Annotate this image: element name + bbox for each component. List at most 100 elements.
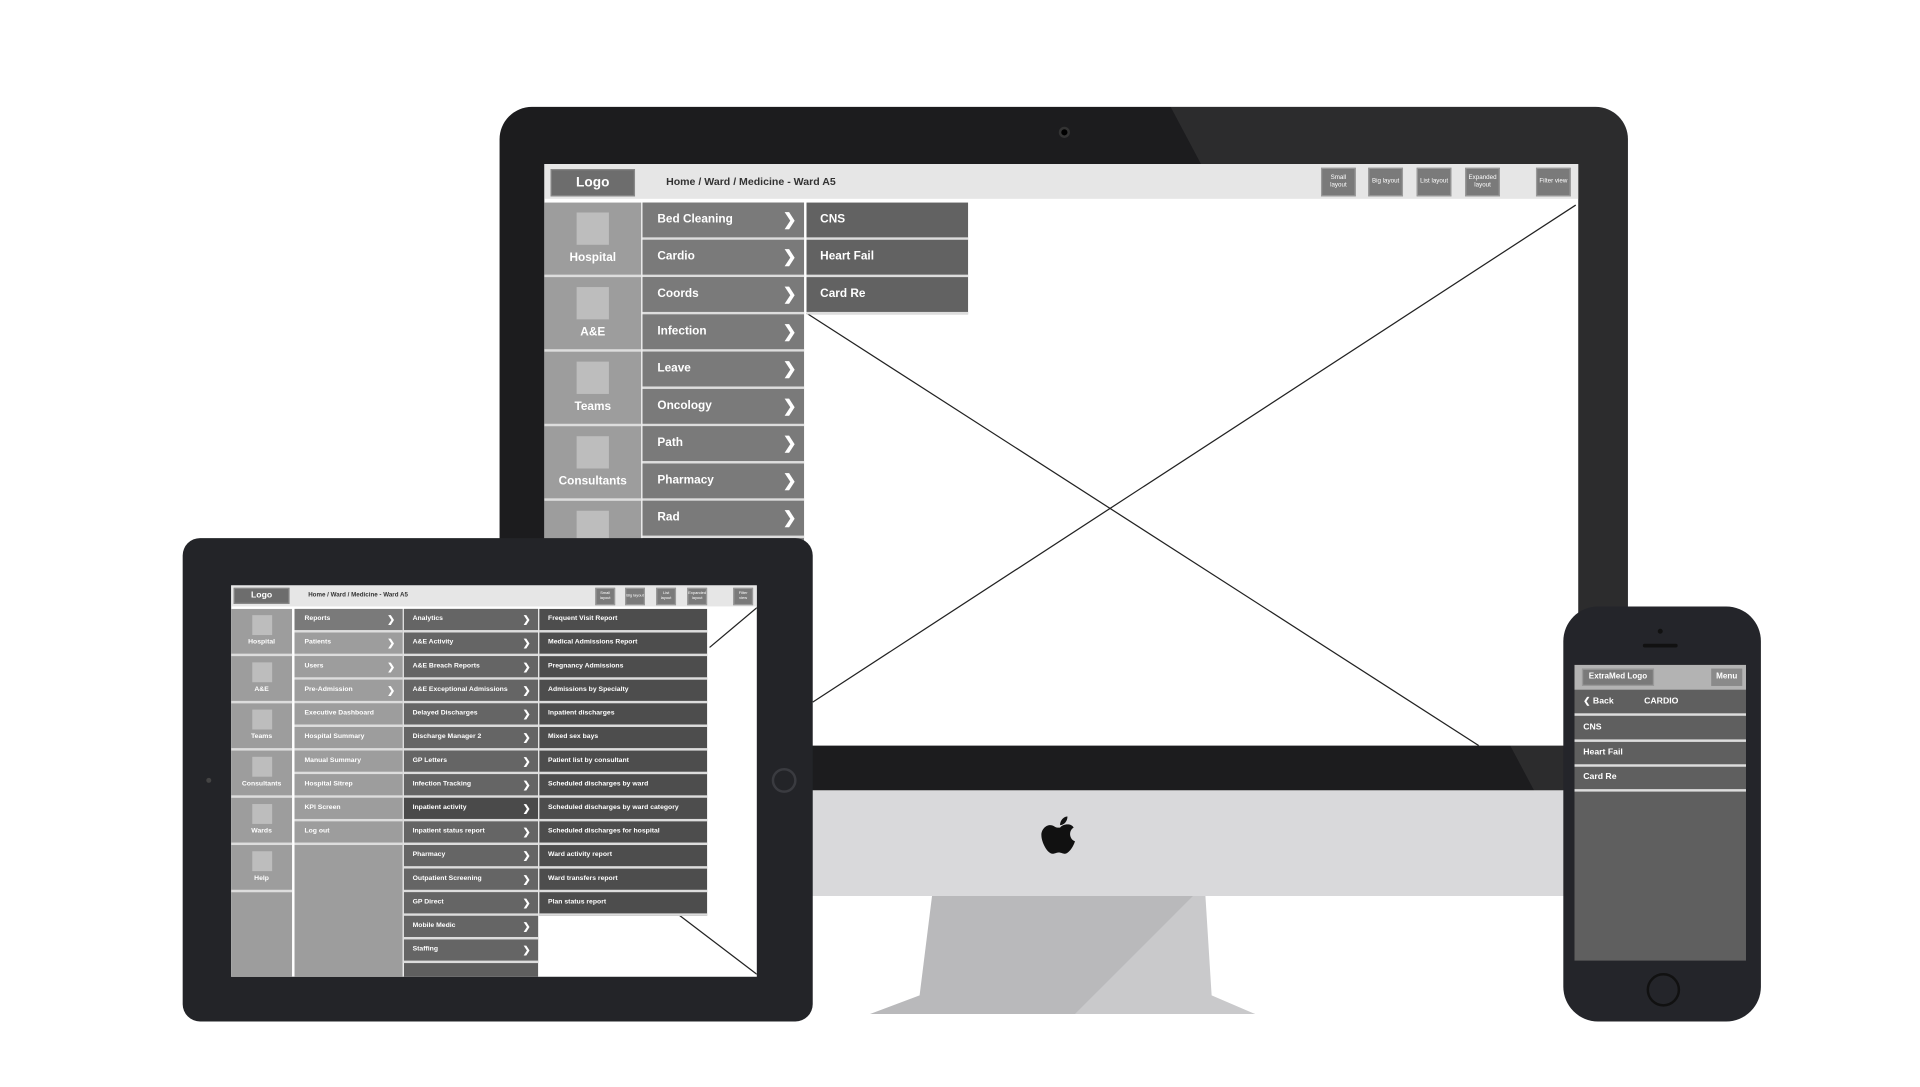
layout-button-filter-view[interactable]: Filter view bbox=[1535, 167, 1571, 197]
menu-item-a-e-activity[interactable]: A&E Activity ❯ bbox=[403, 632, 539, 657]
menu-item-a-e-breach-reports[interactable]: A&E Breach Reports ❯ bbox=[403, 656, 539, 680]
sidebar-item-wards[interactable]: Wards bbox=[231, 798, 293, 846]
logo[interactable]: ExtraMed Logo bbox=[1581, 668, 1655, 686]
menu-item-outpatient-screening[interactable]: Outpatient Screening ❯ bbox=[403, 868, 539, 893]
menu-item-label: Scheduled discharges by ward category bbox=[548, 804, 679, 812]
sidebar-item-help[interactable]: Help bbox=[231, 845, 293, 893]
menu-item-infection[interactable]: Infection ❯ bbox=[642, 314, 805, 352]
menu-item-gp-direct[interactable]: GP Direct ❯ bbox=[403, 892, 539, 916]
chevron-right-icon: ❯ bbox=[782, 247, 797, 266]
sidebar-item-label: A&E bbox=[580, 326, 606, 340]
menu-item-patient-list-by-consultant[interactable]: Patient list by consultant bbox=[539, 750, 708, 775]
menu-item-patients[interactable]: Patients ❯ bbox=[294, 632, 403, 657]
chevron-right-icon: ❯ bbox=[522, 850, 531, 862]
menu-item-label: Inpatient discharges bbox=[548, 709, 615, 718]
breadcrumb[interactable]: Home / Ward / Medicine - Ward A5 bbox=[308, 592, 408, 599]
menu-item-mobile-medic[interactable]: Mobile Medic ❯ bbox=[403, 915, 539, 940]
chevron-right-icon: ❯ bbox=[522, 897, 531, 909]
menu-button[interactable]: Menu bbox=[1711, 668, 1743, 686]
home-button[interactable] bbox=[1646, 973, 1681, 1007]
sidebar-item-consultants[interactable]: Consultants bbox=[544, 426, 642, 501]
menu-item-scheduled-discharges-by-ward[interactable]: Scheduled discharges by ward bbox=[539, 774, 708, 798]
menu-item-users[interactable]: Users ❯ bbox=[294, 656, 403, 680]
menu-item-label: Ward activity report bbox=[548, 851, 612, 859]
menu-item-a-e-exceptional-admissions[interactable]: A&E Exceptional Admissions ❯ bbox=[403, 679, 539, 704]
layout-button-list-layout[interactable]: List layout bbox=[656, 587, 677, 605]
menu-item-delayed-discharges[interactable]: Delayed Discharges ❯ bbox=[403, 703, 539, 727]
sidebar-item-teams[interactable]: Teams bbox=[231, 703, 293, 751]
layout-button-list-layout[interactable]: List layout bbox=[1416, 167, 1452, 197]
menu-item-oncology[interactable]: Oncology ❯ bbox=[642, 388, 805, 427]
layout-button-small-layout[interactable]: Small layout bbox=[1320, 167, 1356, 197]
sidebar-item-icon bbox=[576, 436, 609, 469]
logo[interactable]: Logo bbox=[550, 169, 636, 197]
menu-item-pre-admission[interactable]: Pre-Admission ❯ bbox=[294, 679, 403, 704]
breadcrumb[interactable]: Home / Ward / Medicine - Ward A5 bbox=[666, 175, 836, 187]
layout-button-expanded-layout[interactable]: Expanded layout bbox=[687, 587, 708, 605]
sidebar-item-hospital[interactable]: Hospital bbox=[544, 203, 642, 278]
menu-item-medical-admissions-report[interactable]: Medical Admissions Report bbox=[539, 632, 708, 657]
layout-button-small-layout[interactable]: Small layout bbox=[595, 587, 616, 605]
menu-item-infection-tracking[interactable]: Infection Tracking ❯ bbox=[403, 774, 539, 798]
menu-item-plan-status-report[interactable]: Plan status report bbox=[539, 892, 708, 916]
menu-item-ward-transfers-report[interactable]: Ward transfers report bbox=[539, 868, 708, 893]
menu-item-cns[interactable]: CNS bbox=[806, 202, 969, 240]
menu-item-card-re[interactable]: Card Re bbox=[806, 277, 969, 315]
menu-item-reports[interactable]: Reports ❯ bbox=[294, 608, 403, 633]
menu-item-pharmacy[interactable]: Pharmacy ❯ bbox=[642, 463, 805, 501]
menu-item-label: A&E Exceptional Admissions bbox=[412, 685, 508, 694]
sidebar-item-icon bbox=[576, 362, 609, 395]
menu-item-hospital-summary[interactable]: Hospital Summary bbox=[294, 726, 403, 751]
list-item-heart-fail[interactable]: Heart Fail bbox=[1574, 742, 1746, 767]
menu-item-kpi-screen[interactable]: KPI Screen bbox=[294, 797, 403, 822]
menu-item-log-out[interactable]: Log out bbox=[294, 821, 403, 846]
chevron-right-icon: ❯ bbox=[782, 396, 797, 416]
menu-item-label: Pregnancy Admissions bbox=[548, 662, 624, 670]
sidebar-item-a-e[interactable]: A&E bbox=[544, 277, 642, 352]
menu-item-inpatient-activity[interactable]: Inpatient activity ❯ bbox=[403, 797, 539, 822]
layout-button-filter-view[interactable]: Filter view bbox=[733, 587, 754, 605]
menu-item-executive-dashboard[interactable]: Executive Dashboard bbox=[294, 703, 403, 727]
menu-item-coords[interactable]: Coords ❯ bbox=[642, 277, 805, 315]
layout-button-big-layout[interactable]: Big layout bbox=[625, 587, 645, 605]
logo[interactable]: Logo bbox=[233, 587, 290, 604]
menu-item-label: Users bbox=[304, 662, 324, 670]
reports-column: Analytics ❯ A&E Activity ❯ A&E Breach Report… bbox=[403, 608, 539, 977]
menu-item-scheduled-discharges-by-ward-category[interactable]: Scheduled discharges by ward category bbox=[539, 797, 708, 822]
back-label: Back bbox=[1592, 697, 1614, 706]
menu-item-discharge-manager-2[interactable]: Discharge Manager 2 ❯ bbox=[403, 726, 539, 751]
layout-button-expanded-layout[interactable]: Expanded layout bbox=[1465, 167, 1500, 197]
menu-item-path[interactable]: Path ❯ bbox=[642, 426, 805, 464]
menu-item-mixed-sex-bays[interactable]: Mixed sex bays bbox=[539, 726, 708, 751]
menu-item-analytics[interactable]: Analytics ❯ bbox=[403, 608, 539, 633]
back-button[interactable]: ❮ Back bbox=[1583, 697, 1614, 706]
sidebar-item-consultants[interactable]: Consultants bbox=[231, 751, 293, 798]
menu-item-label: Coords bbox=[657, 287, 699, 301]
menu-item-bed-cleaning[interactable]: Bed Cleaning ❯ bbox=[642, 202, 805, 240]
menu-item-pregnancy-admissions[interactable]: Pregnancy Admissions bbox=[539, 656, 708, 680]
sidebar-item-hospital[interactable]: Hospital bbox=[231, 609, 293, 657]
menu-item-leave[interactable]: Leave ❯ bbox=[642, 351, 805, 389]
list-item-card-re[interactable]: Card Re bbox=[1574, 767, 1746, 792]
menu-item-manual-summary[interactable]: Manual Summary bbox=[294, 750, 403, 775]
menu-item-cardio[interactable]: Cardio ❯ bbox=[642, 239, 805, 278]
menu-item-frequent-visit-report[interactable]: Frequent Visit Report bbox=[539, 608, 708, 633]
menu-item-hospital-sitrep[interactable]: Hospital Sitrep bbox=[294, 774, 403, 798]
list-item-cns[interactable]: CNS bbox=[1574, 717, 1746, 742]
menu-item-scheduled-discharges-for-hospital[interactable]: Scheduled discharges for hospital bbox=[539, 821, 708, 846]
chevron-right-icon: ❯ bbox=[782, 210, 797, 229]
menu-item-gp-letters[interactable]: GP Letters ❯ bbox=[403, 750, 539, 775]
menu-item-ward-activity-report[interactable]: Ward activity report bbox=[539, 845, 708, 869]
menu-item-inpatient-discharges[interactable]: Inpatient discharges bbox=[539, 703, 708, 727]
menu-item-label: Patient list by consultant bbox=[548, 756, 629, 765]
menu-item-inpatient-status-report[interactable]: Inpatient status report ❯ bbox=[403, 821, 539, 846]
layout-button-big-layout[interactable]: Big layout bbox=[1368, 167, 1404, 197]
menu-item-heart-fail[interactable]: Heart Fail bbox=[806, 239, 969, 278]
menu-item-admissions-by-specialty[interactable]: Admissions by Specialty bbox=[539, 679, 708, 704]
menu-item-rad[interactable]: Rad ❯ bbox=[642, 500, 805, 539]
home-button[interactable] bbox=[771, 767, 797, 793]
sidebar-item-a-e[interactable]: A&E bbox=[231, 656, 293, 704]
menu-item-pharmacy[interactable]: Pharmacy ❯ bbox=[403, 845, 539, 869]
sidebar-item-teams[interactable]: Teams bbox=[544, 352, 642, 427]
menu-item-staffing[interactable]: Staffing ❯ bbox=[403, 939, 539, 964]
